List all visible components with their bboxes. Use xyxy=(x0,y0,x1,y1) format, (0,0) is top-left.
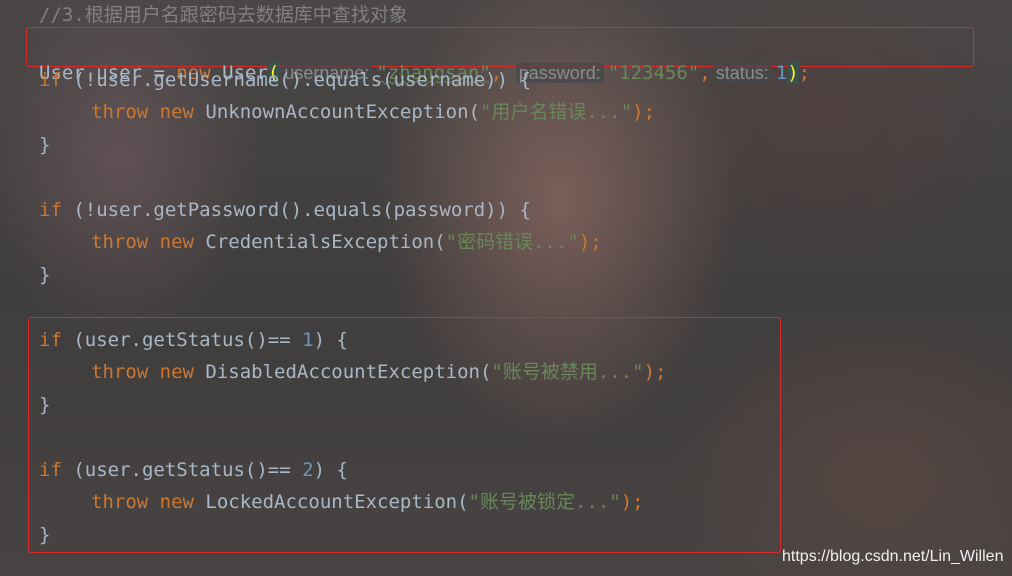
watermark-url: https://blog.csdn.net/Lin_Willen xyxy=(782,548,1004,565)
code-throw-disabled-account[interactable]: throw new DisabledAccountException("账号被禁… xyxy=(91,359,667,385)
code-throw-credentials[interactable]: throw new CredentialsException("密码错误..."… xyxy=(91,229,602,255)
code-brace: } xyxy=(39,394,51,416)
code-brace: } xyxy=(39,264,51,286)
code-if-status-disabled[interactable]: if (user.getStatus()== 1) { xyxy=(39,327,348,353)
code-comment: //3.根据用户名跟密码去数据库中查找对象 xyxy=(39,4,408,26)
code-brace: } xyxy=(39,134,51,156)
code-throw-locked-account[interactable]: throw new LockedAccountException("账号被锁定.… xyxy=(91,489,644,515)
param-hint-status: status: xyxy=(712,63,772,83)
code-if-status-locked[interactable]: if (user.getStatus()== 2) { xyxy=(39,457,348,483)
code-if-username[interactable]: if (!user.getUsername().equals(username)… xyxy=(39,67,531,93)
code-brace: } xyxy=(39,524,51,546)
code-line-user-constructor[interactable]: User user = new User(username: "zhangsan"… xyxy=(39,34,810,84)
code-if-password[interactable]: if (!user.getPassword().equals(password)… xyxy=(39,197,531,223)
code-throw-unknown-account[interactable]: throw new UnknownAccountException("用户名错误… xyxy=(91,99,655,125)
